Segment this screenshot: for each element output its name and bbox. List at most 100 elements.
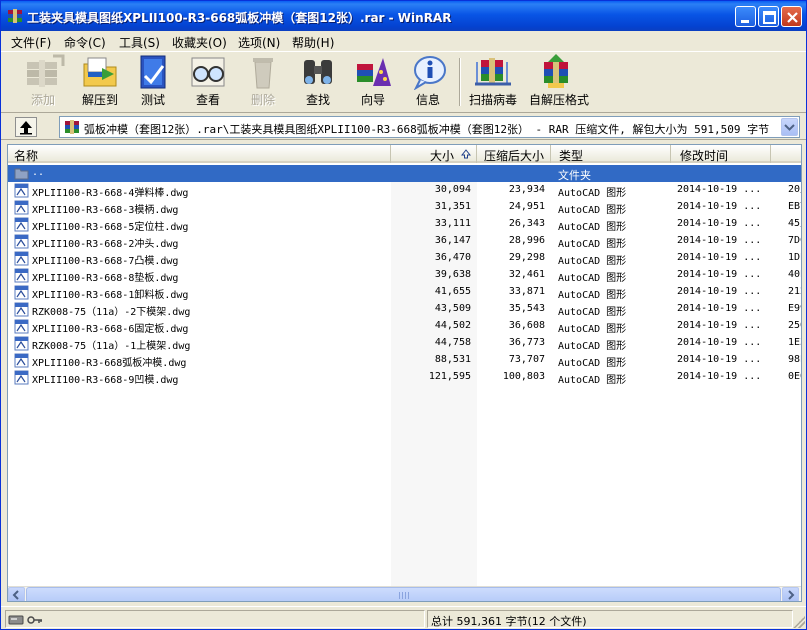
delete-label: 删除 — [250, 93, 275, 107]
file-list[interactable]: 名称 大小 压缩后大小 类型 修改时间 .. 文件夹 XPLII100-R3-6… — [7, 144, 802, 602]
minimize-button[interactable] — [735, 6, 756, 27]
menu-tools[interactable]: 工具(S) — [119, 34, 160, 51]
scroll-grip — [399, 592, 411, 599]
file-size: 121,595 — [428, 371, 471, 382]
parent-folder-row[interactable]: .. 文件夹 — [8, 165, 801, 182]
table-row[interactable]: XPLII100-R3-668-9凹模.dwg 121,595 100,803 Aut… — [8, 369, 801, 386]
table-row[interactable]: XPLII100-R3-668-6固定板.dwg 44,502 36,608 Auto… — [8, 318, 801, 335]
toolbar-separator — [459, 58, 461, 106]
file-name: XPLII100-R3-668-9凹模.dwg — [32, 375, 179, 386]
address-dropdown-button[interactable] — [781, 118, 798, 136]
resize-grip[interactable] — [793, 616, 805, 628]
file-modified: 2014-10-19 ... — [677, 354, 762, 365]
file-type: AutoCAD 图形 — [558, 307, 627, 318]
extract-to-button[interactable]: 解压到 — [73, 54, 127, 110]
menu-options[interactable]: 选项(N) — [238, 34, 280, 51]
file-modified: 2014-10-19 ... — [677, 269, 762, 280]
menu-command[interactable]: 命令(C) — [64, 34, 106, 51]
extract-to-label: 解压到 — [81, 93, 118, 107]
file-type: AutoCAD 图形 — [558, 205, 627, 216]
view-glasses-icon — [191, 57, 225, 87]
file-name: RZK008-75（11a）-1上模架.dwg — [32, 341, 191, 352]
file-modified: 2014-10-19 ... — [677, 337, 762, 348]
find-button[interactable]: 查找 — [291, 54, 345, 110]
column-modified[interactable]: 修改时间 — [671, 145, 771, 163]
file-packed-size: 73,707 — [508, 354, 545, 365]
scroll-thumb[interactable] — [26, 587, 781, 601]
test-button[interactable]: 测试 — [126, 54, 180, 110]
file-size: 33,111 — [434, 218, 471, 229]
file-modified: 2014-10-19 ... — [677, 201, 762, 212]
add-button[interactable]: 添加 — [16, 54, 70, 110]
scroll-left-button[interactable] — [8, 587, 25, 601]
file-crc: E99 — [788, 303, 801, 314]
find-label: 查找 — [305, 93, 330, 107]
file-crc: 20/ — [788, 184, 801, 195]
file-crc: EB7 — [788, 201, 801, 212]
delete-button[interactable]: 删除 — [236, 54, 290, 110]
file-name: XPLII100-R3-668-3模柄.dwg — [32, 205, 179, 216]
file-size: 41,655 — [434, 286, 471, 297]
view-button[interactable]: 查看 — [181, 54, 235, 110]
file-packed-size: 28,996 — [508, 235, 545, 246]
file-packed-size: 36,608 — [508, 320, 545, 331]
status-bar: 总计 591,361 字节(12 个文件) — [1, 606, 806, 629]
chevron-down-icon — [784, 124, 795, 131]
up-folder-button[interactable] — [15, 117, 37, 137]
file-modified: 2014-10-19 ... — [677, 286, 762, 297]
maximize-button[interactable] — [758, 6, 779, 27]
toolbar: 添加 解压到 测试 查看 删除 查找 向导 信息 扫描病毒 自解压格式 — [1, 51, 806, 113]
file-modified: 2014-10-19 ... — [677, 218, 762, 229]
table-row[interactable]: XPLII100-R3-668-4弹料棒.dwg 30,094 23,934 Auto… — [8, 182, 801, 199]
sort-ascending-icon — [461, 149, 471, 159]
menu-help[interactable]: 帮助(H) — [292, 34, 334, 51]
file-size: 43,509 — [434, 303, 471, 314]
table-row[interactable]: XPLII100-R3-668-7凸模.dwg 36,470 29,298 AutoC… — [8, 250, 801, 267]
table-row[interactable]: RZK008-75（11a）-1上模架.dwg 44,758 36,773 AutoC… — [8, 335, 801, 352]
close-icon — [787, 12, 798, 23]
table-row[interactable]: RZK008-75（11a）-2下模架.dwg 43,509 35,543 AutoC… — [8, 301, 801, 318]
file-crc: 212 — [788, 286, 801, 297]
wizard-button[interactable]: 向导 — [346, 54, 400, 110]
column-size[interactable]: 大小 — [391, 145, 477, 163]
menu-bar: 文件(F) 命令(C) 工具(S) 收藏夹(O) 选项(N) 帮助(H) — [1, 31, 806, 51]
scroll-right-button[interactable] — [782, 587, 799, 601]
file-crc: 1DE — [788, 252, 801, 263]
file-modified: 2014-10-19 ... — [677, 320, 762, 331]
file-crc: 45/ — [788, 218, 801, 229]
table-row[interactable]: XPLII100-R3-668-5定位柱.dwg 33,111 26,343 Auto… — [8, 216, 801, 233]
sfx-button[interactable]: 自解压格式 — [529, 54, 589, 110]
column-packed[interactable]: 压缩后大小 — [477, 145, 551, 163]
parent-folder-type: 文件夹 — [558, 169, 591, 182]
scan-virus-button[interactable]: 扫描病毒 — [466, 54, 520, 110]
title-bar[interactable]: 工装夹具模具图纸XPLII100-R3-668弧板冲模（套图12张）.rar -… — [1, 1, 806, 31]
file-modified: 2014-10-19 ... — [677, 184, 762, 195]
table-row[interactable]: XPLII100-R3-668-2冲头.dwg 36,147 28,996 AutoC… — [8, 233, 801, 250]
column-crc[interactable] — [771, 145, 801, 163]
info-button[interactable]: 信息 — [401, 54, 455, 110]
column-name[interactable]: 名称 — [8, 145, 391, 163]
column-type[interactable]: 类型 — [551, 145, 671, 163]
table-row[interactable]: XPLII100-R3-668-8垫板.dwg 39,638 32,461 AutoC… — [8, 267, 801, 284]
close-button[interactable] — [781, 6, 802, 27]
test-book-icon — [140, 55, 166, 89]
menu-file[interactable]: 文件(F) — [11, 34, 51, 51]
file-packed-size: 100,803 — [502, 371, 545, 382]
address-field[interactable]: 弧板冲模（套图12张）.rar\工装夹具模具图纸XPLII100-R3-668弧… — [59, 116, 800, 138]
file-packed-size: 35,543 — [508, 303, 545, 314]
file-name: XPLII100-R3-668-5定位柱.dwg — [32, 222, 189, 233]
menu-favorites[interactable]: 收藏夹(O) — [172, 34, 227, 51]
address-bar: 弧板冲模（套图12张）.rar\工装夹具模具图纸XPLII100-R3-668弧… — [1, 114, 806, 140]
table-row[interactable]: XPLII100-R3-668-1卸料板.dwg 41,655 33,871 Auto… — [8, 284, 801, 301]
table-row[interactable]: XPLII100-R3-668弧板冲模.dwg 88,531 73,707 AutoC… — [8, 352, 801, 369]
file-modified: 2014-10-19 ... — [677, 252, 762, 263]
autocad-dwg-icon — [14, 302, 29, 317]
column-size-label: 大小 — [429, 149, 454, 163]
file-name: RZK008-75（11a）-2下模架.dwg — [32, 307, 191, 318]
file-size: 36,470 — [434, 252, 471, 263]
view-label: 查看 — [195, 93, 220, 107]
horizontal-scrollbar[interactable] — [8, 586, 801, 601]
file-size: 44,758 — [434, 337, 471, 348]
table-row[interactable]: XPLII100-R3-668-3模柄.dwg 31,351 24,951 AutoC… — [8, 199, 801, 216]
window-title: 工装夹具模具图纸XPLII100-R3-668弧板冲模（套图12张）.rar -… — [27, 11, 452, 25]
